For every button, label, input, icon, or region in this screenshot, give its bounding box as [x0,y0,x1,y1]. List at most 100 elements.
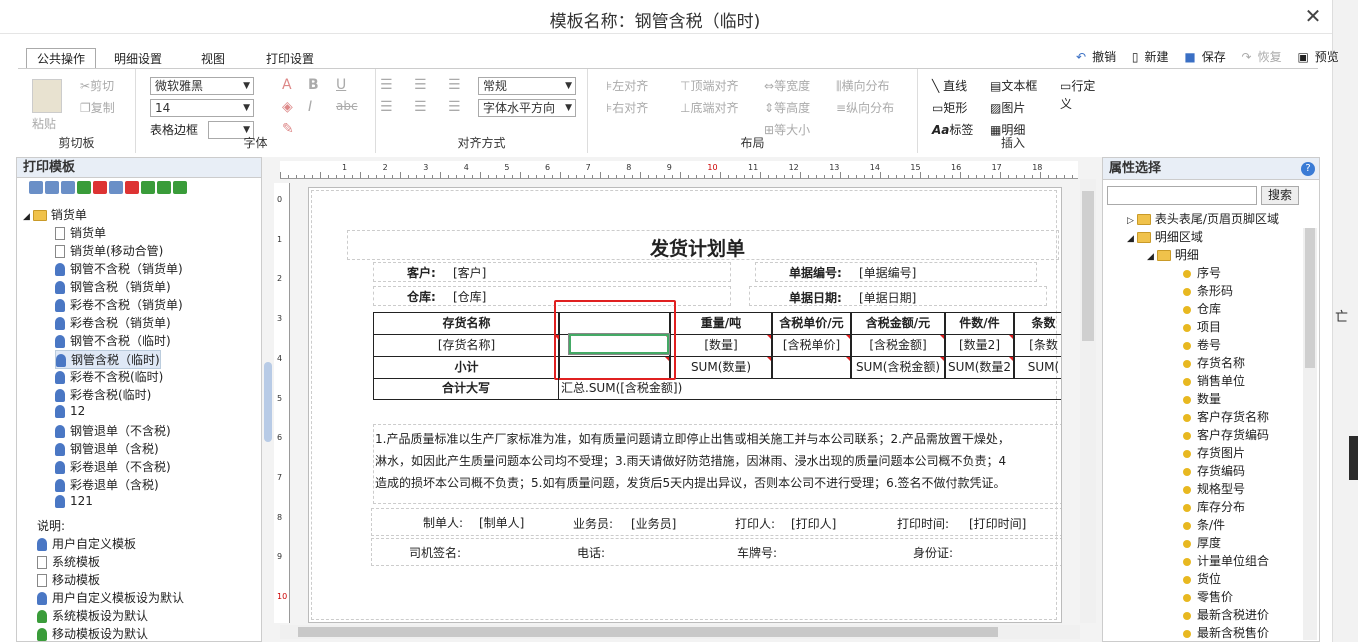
delete-icon[interactable] [93,181,107,194]
tree-item-template[interactable]: 销货单 [55,224,106,241]
billno-value[interactable]: [单据编号] [859,264,916,281]
horizontal-scroll-thumb[interactable] [298,627,998,637]
property-field[interactable]: 计量单位组合 [1183,552,1269,569]
tree-item-template[interactable]: 钢管退单（含税) [55,440,159,457]
tree-item-template[interactable]: 彩卷不含税（销货单) [55,296,183,313]
vertical-scroll-thumb[interactable] [1082,191,1094,341]
table-cell[interactable]: [存货名称] [373,335,560,357]
table-cell[interactable]: [数量2] [944,335,1015,357]
save-doc-icon[interactable] [45,181,59,194]
horizontal-distribute-button[interactable]: ⫼横向分布 [836,77,890,94]
printer-label[interactable]: 打印人: [735,515,775,532]
fill-color-icon[interactable]: ◈ [282,99,293,115]
align-top-right-icon[interactable]: ☰ [448,77,461,93]
equal-width-button[interactable]: ⇔等宽度 [764,77,810,94]
cut-button[interactable]: ✂剪切 [80,77,114,94]
doc-title[interactable]: 发货计划单 [650,234,745,261]
table-cell[interactable]: 小计 [373,357,560,379]
property-field[interactable]: 最新含税进价 [1183,606,1269,623]
tree-node-detail[interactable]: ◢ 明细 [1147,246,1199,263]
property-field[interactable]: 存货编码 [1183,462,1245,479]
new-button[interactable]: ▯ 新建 [1132,50,1175,64]
warehouse-label[interactable]: 仓库: [407,288,436,305]
customer-label[interactable]: 客户: [407,264,436,281]
phone-label[interactable]: 电话: [577,544,605,561]
table-cell[interactable]: 件数/件 [944,312,1015,335]
driver-sign-label[interactable]: 司机签名: [409,544,461,561]
tree-item-template[interactable]: 彩卷不含税(临时) [55,368,163,385]
font-family-select[interactable]: 微软雅黑 ▼ [150,77,254,95]
align-top-left-icon[interactable]: ☰ [380,77,393,93]
tree-item-template[interactable]: 彩卷退单（不含税) [55,458,171,475]
equal-height-button[interactable]: ⇕等高度 [764,99,810,116]
tab-common[interactable]: 公共操作 [26,48,97,68]
property-field[interactable]: 序号 [1183,264,1221,281]
print-time-value[interactable]: [打印时间] [969,515,1026,532]
insert-image-button[interactable]: ▨图片 [990,99,1025,116]
tab-detail-settings[interactable]: 明细设置 [114,50,162,67]
align-top-button[interactable]: ⊤顶端对齐 [680,77,738,94]
text-style-select[interactable]: 常规 ▼ [478,77,576,95]
plate-label[interactable]: 车牌号: [737,544,777,561]
table-cell[interactable]: SUM(含税金额) [850,357,946,379]
tab-print-settings[interactable]: 打印设置 [266,50,314,67]
table-cell[interactable]: [含税单价] [771,335,852,357]
tab-view[interactable]: 视图 [201,50,225,67]
tree-item-template[interactable]: 彩卷含税（销货单) [55,314,171,331]
vertical-scrollbar[interactable] [1080,179,1096,623]
new-doc-icon[interactable] [29,181,43,194]
property-search-button[interactable]: 搜索 [1261,186,1299,205]
property-field[interactable]: 仓库 [1183,300,1221,317]
property-field[interactable]: 项目 [1183,318,1221,335]
sales-value[interactable]: [业务员] [631,515,676,532]
warehouse-value[interactable]: [仓库] [453,288,486,305]
table-cell[interactable]: [条数 [1013,335,1061,357]
font-color-icon[interactable]: A [282,77,292,93]
property-field[interactable]: 规格型号 [1183,480,1245,497]
table-cell[interactable]: [数量] [669,335,773,357]
align-bottom-button[interactable]: ⊥底端对齐 [680,99,738,116]
vertical-distribute-button[interactable]: ≡纵向分布 [836,99,894,116]
idcard-label[interactable]: 身份证: [913,544,953,561]
print-time-label[interactable]: 打印时间: [897,515,949,532]
insert-line-button[interactable]: ╲ 直线 [932,77,967,94]
align-top-center-icon[interactable]: ☰ [414,77,427,93]
billno-label[interactable]: 单据编号: [789,264,842,281]
property-field[interactable]: 最新含税售价 [1183,624,1269,641]
table-cell[interactable]: 含税金额/元 [850,312,946,335]
edit-icon[interactable] [109,181,123,194]
copy-button[interactable]: ❐复制 [80,99,115,116]
help-icon[interactable]: ? [1301,162,1315,176]
property-scrollbar[interactable] [1303,228,1317,640]
property-search-input[interactable] [1107,186,1257,205]
remove-icon[interactable] [125,181,139,194]
tree-root-sales[interactable]: ◢ 销货单 [23,206,87,223]
insert-textbox-button[interactable]: ▤文本框 [990,77,1037,94]
move-down-alt-icon[interactable] [173,181,187,194]
table-cell[interactable]: 存货名称 [373,312,560,335]
align-right-button[interactable]: ⊧右对齐 [606,99,648,116]
table-cell[interactable]: SUM(数量2 [944,357,1015,379]
tree-item-template[interactable]: 钢管退单（不含税) [55,422,171,439]
strikethrough-icon[interactable]: abc [336,99,358,113]
property-field[interactable]: 销售单位 [1183,372,1245,389]
save-button[interactable]: ■ 保存 [1184,50,1231,64]
tree-item-template[interactable]: 钢管含税（临时) [55,350,161,369]
billdate-value[interactable]: [单据日期] [859,289,916,306]
table-cell[interactable] [771,357,852,379]
text-direction-select[interactable]: 字体水平方向 ▼ [478,99,576,117]
left-splitter-handle[interactable] [264,362,272,442]
move-right-icon[interactable] [141,181,155,194]
table-cell[interactable]: [含税金额] [850,335,946,357]
maker-value[interactable]: [制单人] [479,514,524,531]
undo-button[interactable]: ↶ 撤销 [1076,50,1122,64]
italic-icon[interactable]: I [308,99,312,115]
tree-item-template[interactable]: 钢管不含税（销货单) [55,260,183,277]
table-cell[interactable]: 条数 [1013,312,1061,335]
table-cell[interactable]: 重量/吨 [669,312,773,335]
move-down-icon[interactable] [157,181,171,194]
property-field[interactable]: 库存分布 [1183,498,1245,515]
close-button[interactable]: ✕ [1300,3,1326,29]
property-field[interactable]: 客户存货编码 [1183,426,1269,443]
printer-value[interactable]: [打印人] [791,515,836,532]
